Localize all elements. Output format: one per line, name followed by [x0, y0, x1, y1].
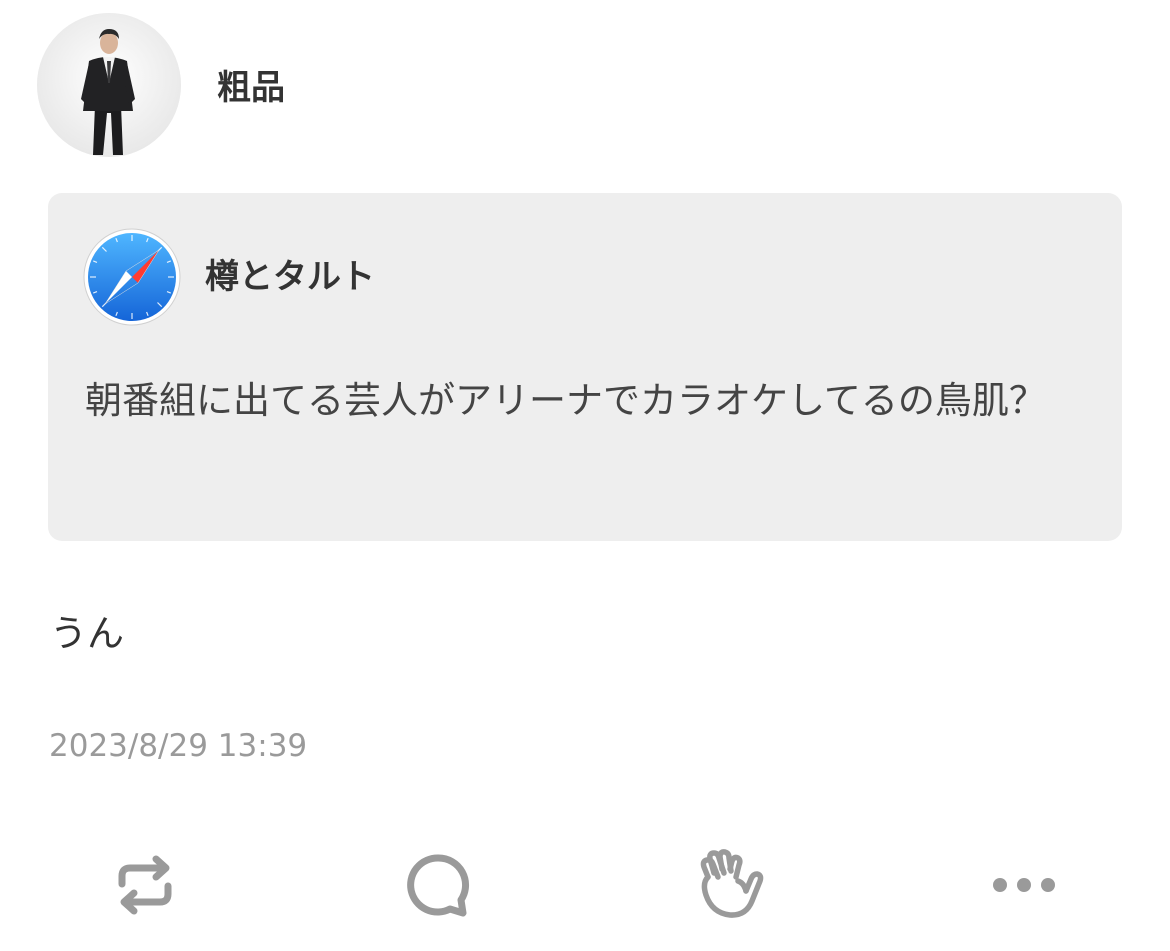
clap-icon — [700, 849, 764, 918]
avatar-photo — [37, 13, 181, 157]
author-name[interactable]: 粗品 — [217, 64, 285, 112]
quoted-post-card[interactable]: 樽とタルト 朝番組に出てる芸人がアリーナでカラオケしてるの鳥肌？ — [48, 193, 1122, 541]
quoted-post-text: 朝番組に出てる芸人がアリーナでカラオケしてるの鳥肌？ — [85, 379, 1046, 422]
post-text: うん — [50, 612, 124, 655]
post-timestamp: 2023/8/29 13:39 — [49, 728, 308, 764]
author-avatar[interactable] — [37, 13, 181, 157]
more-button[interactable] — [984, 845, 1064, 925]
reply-icon — [407, 854, 470, 917]
clap-button[interactable] — [692, 845, 772, 925]
more-icon — [993, 878, 1055, 892]
repost-icon — [118, 855, 172, 915]
repost-button[interactable] — [105, 845, 185, 925]
safari-compass-icon — [83, 228, 181, 326]
quoted-author-name[interactable]: 樽とタルト — [205, 253, 375, 301]
reply-button[interactable] — [398, 845, 478, 925]
